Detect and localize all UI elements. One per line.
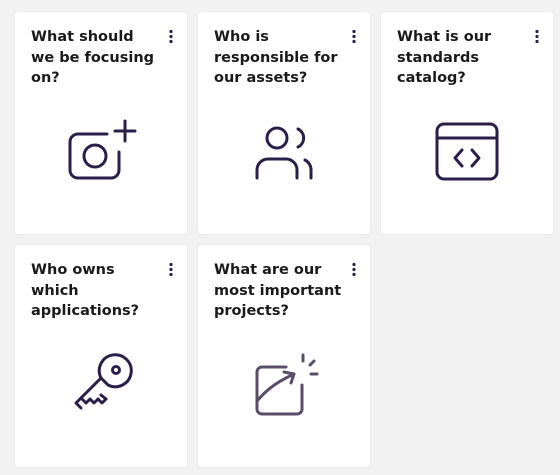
card-responsible[interactable]: Who is responsible for our assets? [198, 12, 370, 234]
key-icon [15, 345, 187, 425]
camera-plus-icon [15, 112, 187, 192]
more-options-button[interactable] [163, 29, 179, 47]
more-vertical-icon [169, 29, 173, 44]
users-icon [198, 112, 370, 192]
card-projects[interactable]: What are our most important projects? [198, 245, 370, 467]
card-title: What is our standards catalog? [397, 29, 492, 86]
card-standards[interactable]: What is our standards catalog? [381, 12, 553, 234]
more-options-button[interactable] [529, 29, 545, 47]
card-title: Who is responsible for our assets? [214, 29, 338, 86]
card-applications[interactable]: Who owns which applications? [15, 245, 187, 467]
code-window-icon [381, 112, 553, 192]
more-options-button[interactable] [346, 262, 362, 280]
more-options-button[interactable] [163, 262, 179, 280]
more-vertical-icon [169, 262, 173, 277]
more-vertical-icon [352, 29, 356, 44]
card-focus[interactable]: What should we be focusing on? [15, 12, 187, 234]
more-vertical-icon [535, 29, 539, 44]
card-title: What should we be focusing on? [31, 29, 155, 86]
more-vertical-icon [352, 262, 356, 277]
card-title: Who owns which applications? [31, 262, 140, 319]
card-title: What are our most important projects? [214, 262, 342, 319]
more-options-button[interactable] [346, 29, 362, 47]
chart-spark-icon [198, 345, 370, 425]
